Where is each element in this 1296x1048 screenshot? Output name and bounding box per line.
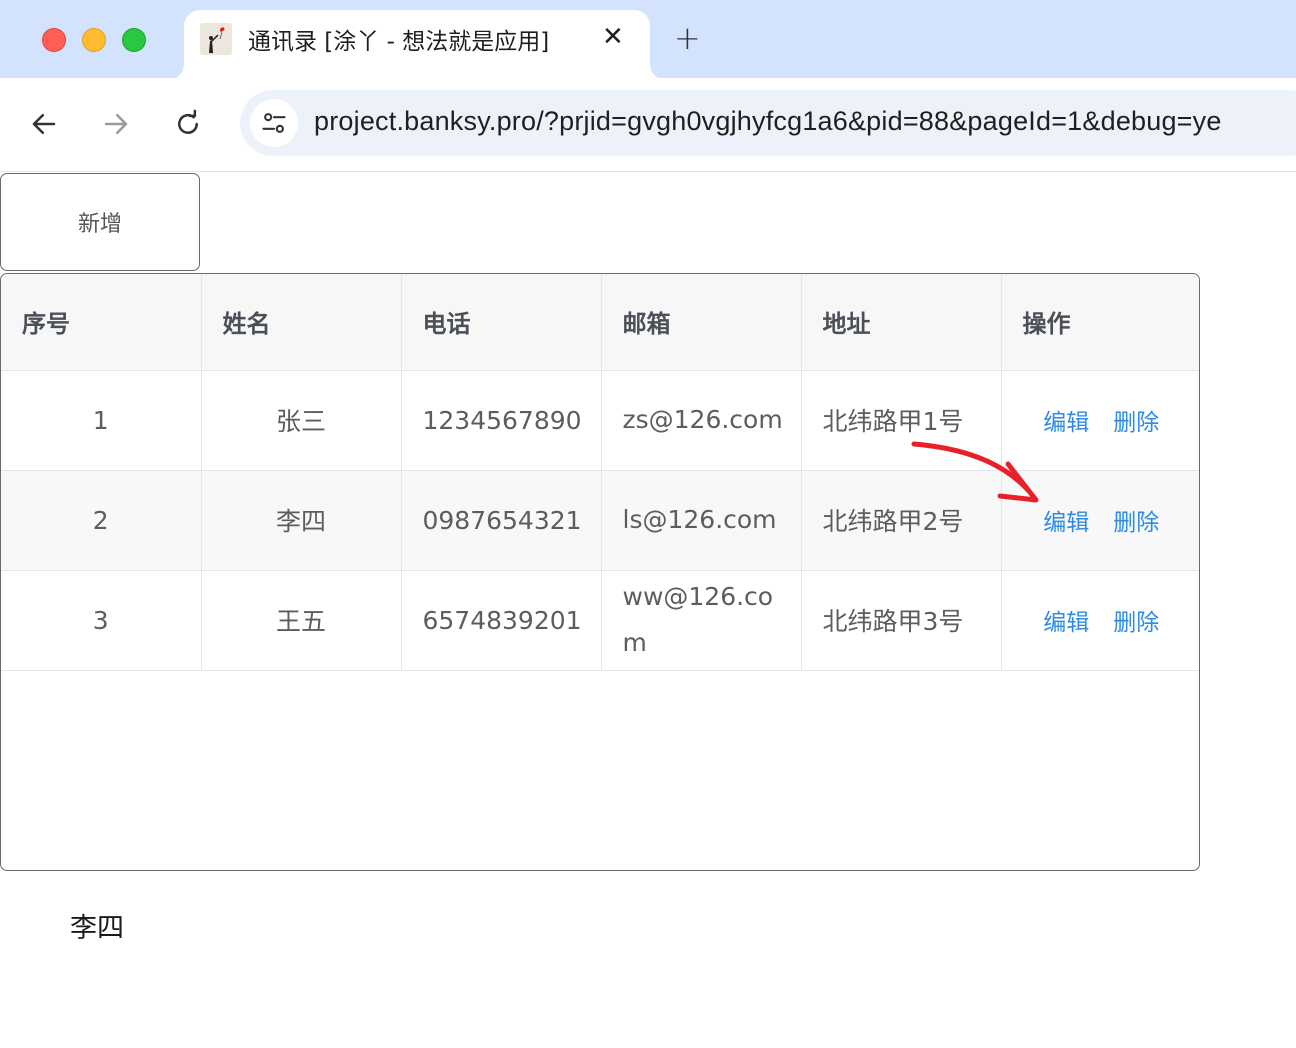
window-close-button[interactable] (42, 28, 66, 52)
cell-index: 2 (1, 470, 202, 571)
selected-contact-name: 李四 (70, 913, 124, 944)
favicon (200, 23, 232, 55)
cell-name: 张三 (201, 370, 402, 471)
browser-tab-active[interactable]: 通讯录 [涂丫 - 想法就是应用] ✕ (184, 10, 650, 80)
header-index: 序号 (1, 274, 202, 371)
site-info-icon[interactable] (250, 99, 298, 147)
edit-link[interactable]: 编辑 (1043, 510, 1089, 536)
table-row: 1 张三 1234567890 zs@126.com 北纬路甲1号 编辑 删除 (1, 370, 1199, 471)
browser-toolbar: project.banksy.pro/?prjid=gvgh0vgjhyfcg1… (0, 78, 1296, 172)
header-email: 邮箱 (601, 274, 802, 371)
cell-name: 李四 (201, 470, 402, 571)
close-icon[interactable]: ✕ (602, 24, 624, 50)
cell-address: 北纬路甲2号 (801, 470, 1002, 571)
delete-link[interactable]: 删除 (1113, 410, 1159, 436)
tab-title: 通讯录 [涂丫 - 想法就是应用] (248, 29, 550, 55)
add-button[interactable]: 新增 (0, 173, 200, 271)
cell-actions: 编辑 删除 (1001, 370, 1199, 471)
delete-link[interactable]: 删除 (1113, 510, 1159, 536)
cell-actions: 编辑 删除 (1001, 570, 1199, 671)
cell-email: ww@126.com (601, 570, 802, 671)
delete-link[interactable]: 删除 (1113, 610, 1159, 636)
cell-actions: 编辑 删除 (1001, 470, 1199, 571)
cell-address: 北纬路甲1号 (801, 370, 1002, 471)
cell-index: 3 (1, 570, 202, 671)
edit-link[interactable]: 编辑 (1043, 610, 1089, 636)
page-content: 新增 序号 姓名 电话 邮箱 地址 操作 1 张三 1234567890 zs@… (0, 172, 1296, 1048)
cell-phone: 6574839201 (401, 570, 602, 671)
table-header-row: 序号 姓名 电话 邮箱 地址 操作 (1, 274, 1199, 371)
url-text[interactable]: project.banksy.pro/?prjid=gvgh0vgjhyfcg1… (314, 106, 1222, 137)
cell-phone: 0987654321 (401, 470, 602, 571)
header-actions: 操作 (1001, 274, 1199, 371)
forward-arrow-icon[interactable] (98, 106, 134, 142)
contacts-table-container: 序号 姓名 电话 邮箱 地址 操作 1 张三 1234567890 zs@126… (0, 273, 1200, 871)
header-phone: 电话 (401, 274, 602, 371)
plus-icon[interactable]: + (674, 22, 701, 54)
header-address: 地址 (801, 274, 1002, 371)
browser-tab-strip: 通讯录 [涂丫 - 想法就是应用] ✕ + (0, 0, 1296, 80)
back-arrow-icon[interactable] (26, 106, 62, 142)
cell-index: 1 (1, 370, 202, 471)
table-row: 3 王五 6574839201 ww@126.com 北纬路甲3号 编辑 删除 (1, 570, 1199, 671)
address-bar[interactable]: project.banksy.pro/?prjid=gvgh0vgjhyfcg1… (240, 90, 1296, 156)
cell-email: zs@126.com (601, 370, 802, 471)
contacts-table: 序号 姓名 电话 邮箱 地址 操作 1 张三 1234567890 zs@126… (1, 274, 1199, 671)
reload-icon[interactable] (170, 106, 206, 142)
table-row: 2 李四 0987654321 ls@126.com 北纬路甲2号 编辑 删除 (1, 470, 1199, 571)
cell-address: 北纬路甲3号 (801, 570, 1002, 671)
window-zoom-button[interactable] (122, 28, 146, 52)
header-name: 姓名 (201, 274, 402, 371)
window-minimize-button[interactable] (82, 28, 106, 52)
cell-phone: 1234567890 (401, 370, 602, 471)
cell-name: 王五 (201, 570, 402, 671)
edit-link[interactable]: 编辑 (1043, 410, 1089, 436)
cell-email: ls@126.com (601, 470, 802, 571)
